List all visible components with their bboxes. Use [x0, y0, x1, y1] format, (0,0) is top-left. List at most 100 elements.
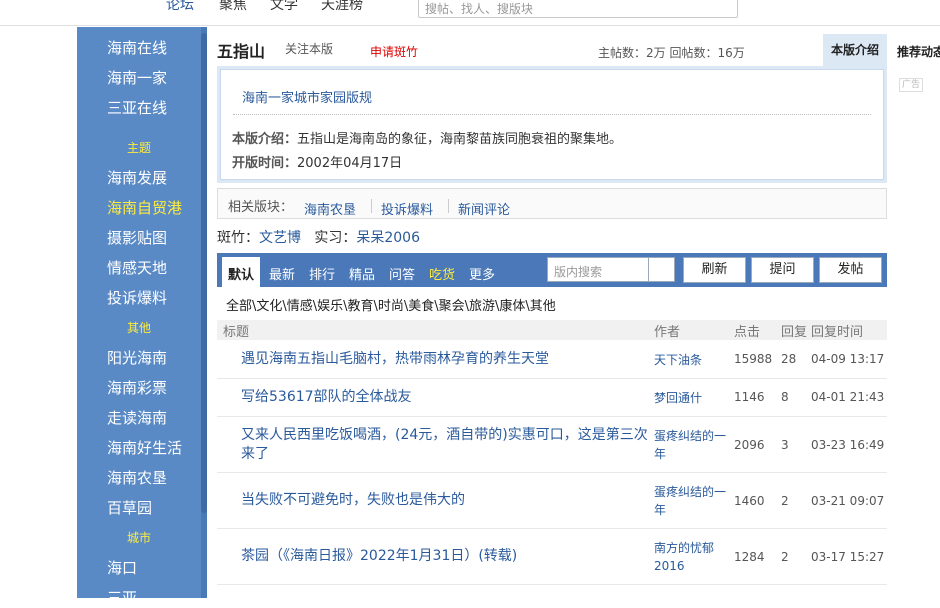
ask-button[interactable]: 提问 [751, 257, 814, 283]
apply-moderator-link[interactable]: 申请斑竹 [370, 43, 418, 60]
sidebar-item-active[interactable]: 海南自贸港 [107, 197, 182, 218]
table-row: 当失败不可避免时，失败也是伟大的 蛋疼纠结的一年 1460 2 03-21 09… [217, 473, 887, 529]
tab-more[interactable]: 更多 [469, 264, 495, 283]
related-link[interactable]: 投诉爆料 [381, 199, 433, 218]
sidebar-item[interactable]: 海南好生活 [107, 437, 182, 458]
post-author[interactable]: 梦回通什 [654, 389, 732, 407]
table-row: 又来人民西里吃饭喝酒，(24元，酒自带的)实惠可口，这是第三次来了 蛋疼纠结的一… [217, 417, 887, 473]
board-intro-line: 本版介绍：五指山是海南岛的象征，海南黎苗族同胞衰祖的聚集地。 [232, 128, 622, 147]
sidebar-item[interactable]: 海口 [107, 557, 137, 578]
tab-latest[interactable]: 最新 [269, 264, 295, 283]
table-row: 遇见海南五指山毛脑村，热带雨林孕育的养生天堂 天下油条 15988 28 04-… [217, 341, 887, 379]
post-author[interactable]: 蛋疼纠结的一年 [654, 427, 732, 463]
post-title[interactable]: 遇见海南五指山毛脑村，热带雨林孕育的养生天堂 [241, 350, 549, 369]
date-text: 2002年04月17日 [297, 156, 403, 171]
related-boards: 相关版块： 海南农垦 投诉爆料 新闻评论 [217, 188, 887, 219]
sidebar-item[interactable]: 情感天地 [107, 257, 167, 278]
post-clicks: 1146 [734, 390, 765, 404]
post-button[interactable]: 发帖 [819, 257, 882, 283]
tab-default[interactable]: 默认 [222, 257, 261, 287]
tab-ranking[interactable]: 排行 [309, 264, 335, 283]
post-clicks: 1460 [734, 494, 765, 508]
sidebar-item[interactable]: 三亚在线 [107, 97, 167, 118]
sidebar-item[interactable]: 阳光海南 [107, 347, 167, 368]
intern-label: 实习： [314, 230, 357, 246]
post-author[interactable]: 天下油条 [654, 351, 732, 369]
sidebar-scroll-thumb[interactable] [201, 33, 207, 513]
post-title[interactable]: 写给53617部队的全体战友 [241, 388, 412, 407]
sidebar-item[interactable]: 百草园 [107, 497, 152, 518]
post-author[interactable]: 南方的忧郁2016 [654, 539, 732, 575]
table-header: 标题 作者 点击 回复 回复时间 [217, 320, 887, 340]
sidebar-item[interactable]: 走读海南 [107, 407, 167, 428]
table-row: 写给53617部队的全体战友 梦回通什 1146 8 04-01 21:43 [217, 379, 887, 417]
post-time: 04-01 21:43 [811, 390, 885, 404]
ad-badge: 广告 [899, 78, 923, 92]
sidebar-item[interactable]: 海南在线 [107, 37, 167, 58]
tab-recommended[interactable]: 推荐动态 [897, 43, 940, 60]
post-time: 04-09 13:17 [811, 352, 885, 366]
nav-ranking[interactable]: 天涯榜 [321, 0, 363, 14]
post-time: 03-21 09:07 [811, 494, 885, 508]
nav-literature[interactable]: 文学 [270, 0, 298, 14]
col-time: 回复时间 [811, 325, 864, 340]
board-stats: 主帖数：2万 回帖数：16万 [598, 46, 745, 60]
category-filter[interactable]: 全部\文化\情感\娱乐\教育\时尚\美食\聚会\旅游\康体\其他 [226, 295, 556, 314]
post-replies: 28 [781, 352, 797, 366]
sidebar-item[interactable]: 海南农垦 [107, 467, 167, 488]
post-title[interactable]: 当失败不可避免时，失败也是伟大的 [241, 491, 465, 510]
post-author[interactable]: 蛋疼纠结的一年 [654, 483, 732, 519]
nav-focus[interactable]: 聚焦 [219, 0, 247, 14]
sidebar-heading-theme: 主题 [126, 141, 151, 155]
tab-foodie[interactable]: 吃货 [429, 264, 455, 283]
moderator-link[interactable]: 文艺博 [259, 230, 301, 246]
intro-label: 本版介绍： [232, 132, 298, 147]
separator [371, 199, 372, 213]
sidebar: 海南在线 海南一家 三亚在线 主题 海南发展 海南自贸港 摄影贴图 情感天地 投… [77, 27, 207, 607]
sidebar-item[interactable]: 海南彩票 [107, 377, 167, 398]
separator [448, 199, 449, 213]
board-rules-link[interactable]: 海南一家城市家园版规 [242, 87, 372, 106]
sidebar-heading-other: 其他 [126, 321, 151, 335]
post-clicks: 15988 [734, 352, 773, 366]
related-link[interactable]: 新闻评论 [458, 199, 510, 218]
sidebar-item[interactable]: 摄影贴图 [107, 227, 167, 248]
date-label: 开版时间： [232, 156, 298, 171]
tab-featured[interactable]: 精品 [349, 264, 375, 283]
post-time: 03-23 16:49 [811, 438, 885, 452]
board-title: 五指山 [217, 42, 266, 61]
tab-qa[interactable]: 问答 [389, 264, 415, 283]
table-row: 茶园（《海南日报》2022年1月31日）(转载) 南方的忧郁2016 1284 … [217, 529, 887, 585]
post-clicks: 2096 [734, 438, 765, 452]
sidebar-scrollbar[interactable] [201, 27, 207, 598]
nav-forum[interactable]: 论坛 [166, 0, 194, 14]
post-replies: 2 [781, 494, 789, 508]
post-clicks: 1284 [734, 550, 765, 564]
moderators: 斑竹：文艺博 实习：呆呆2006 [217, 227, 420, 247]
refresh-button[interactable]: 刷新 [683, 257, 746, 283]
tab-board-intro[interactable]: 本版介绍 [823, 34, 887, 66]
intern-link[interactable]: 呆呆2006 [356, 230, 420, 246]
col-title: 标题 [223, 325, 250, 340]
board-search-input[interactable]: 版内搜索 [547, 257, 649, 282]
sidebar-item[interactable]: 海南一家 [107, 67, 167, 88]
top-nav: 论坛 聚焦 文学 天涯榜 搜帖、找人、搜版块 [0, 0, 940, 26]
related-link[interactable]: 海南农垦 [304, 199, 356, 218]
sidebar-item[interactable]: 海南发展 [107, 167, 167, 188]
sidebar-heading-city: 城市 [126, 531, 151, 545]
related-label: 相关版块： [228, 200, 294, 215]
board-intro-panel: 海南一家城市家园版规 本版介绍：五指山是海南岛的象征，海南黎苗族同胞衰祖的聚集地… [217, 66, 887, 183]
col-replies: 回复 [781, 325, 808, 340]
post-time: 03-17 15:27 [811, 550, 885, 564]
board-search-button[interactable] [649, 257, 675, 282]
moderator-label: 斑竹： [217, 230, 259, 246]
sidebar-item[interactable]: 投诉爆料 [107, 287, 167, 308]
divider [233, 114, 871, 115]
board-date-line: 开版时间：2002年04月17日 [232, 152, 402, 171]
global-search-input[interactable]: 搜帖、找人、搜版块 [418, 0, 738, 18]
post-title[interactable]: 茶园（《海南日报》2022年1月31日）(转载) [241, 547, 517, 566]
post-replies: 8 [781, 390, 789, 404]
post-replies: 3 [781, 438, 789, 452]
post-title[interactable]: 又来人民西里吃饭喝酒，(24元，酒自带的)实惠可口，这是第三次来了 [241, 426, 651, 464]
follow-board-link[interactable]: 关注本版 [285, 40, 333, 57]
